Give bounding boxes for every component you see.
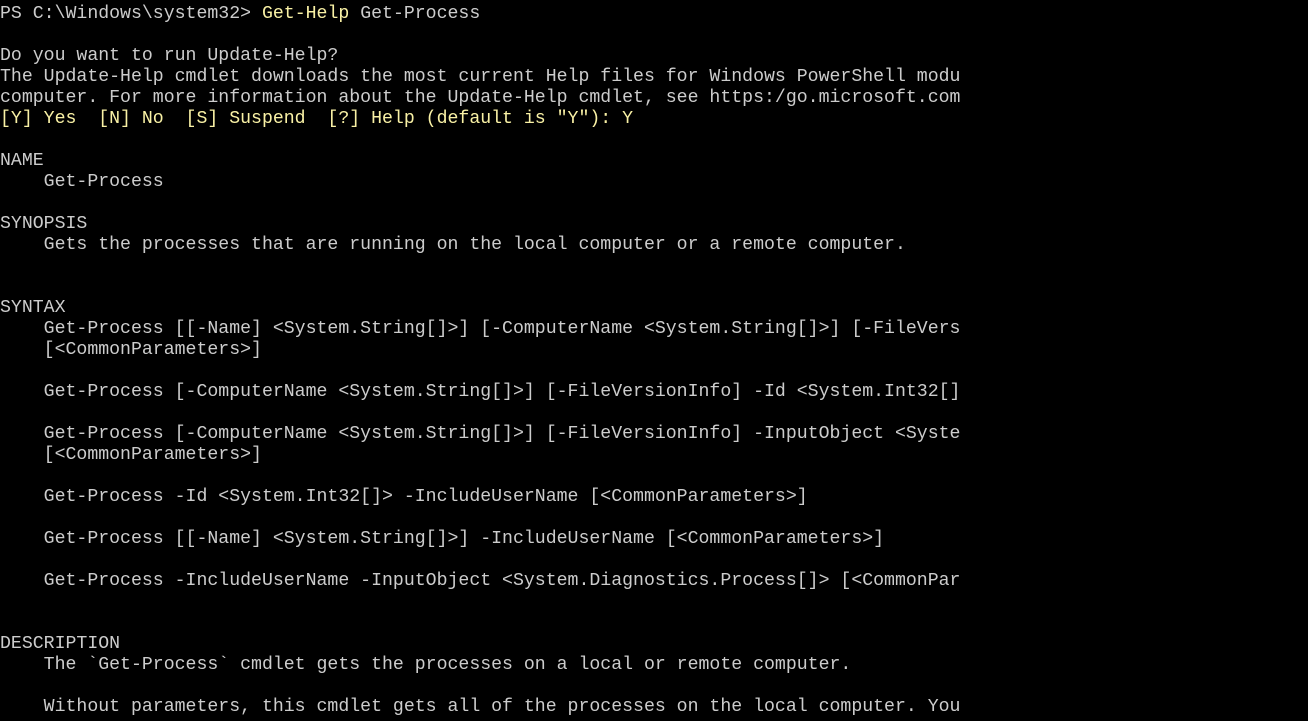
update-help-question: Do you want to run Update-Help? — [0, 46, 339, 66]
description-line: The `Get-Process` cmdlet gets the proces… — [0, 655, 852, 675]
synopsis-value: Gets the processes that are running on t… — [0, 235, 906, 255]
update-help-line-2: computer. For more information about the… — [0, 88, 961, 108]
powershell-console[interactable]: PS C:\Windows\system32> Get-Help Get-Pro… — [0, 0, 1308, 721]
name-value: Get-Process — [0, 172, 164, 192]
syntax-line: Get-Process [[-Name] <System.String[]>] … — [0, 319, 961, 339]
description-line: Without parameters, this cmdlet gets all… — [0, 697, 961, 717]
syntax-line: [<CommonParameters>] — [0, 445, 262, 465]
prompt-command: Get-Help — [261, 4, 350, 24]
synopsis-header: SYNOPSIS — [0, 214, 88, 234]
syntax-line: Get-Process [-ComputerName <System.Strin… — [0, 424, 961, 444]
prompt-path: PS C:\Windows\system32> — [0, 4, 262, 24]
syntax-line: Get-Process -IncludeUserName -InputObjec… — [0, 571, 961, 591]
syntax-line: Get-Process [[-Name] <System.String[]>] … — [0, 529, 885, 549]
syntax-line: [<CommonParameters>] — [0, 340, 262, 360]
syntax-line: Get-Process -Id <System.Int32[]> -Includ… — [0, 487, 808, 507]
prompt-line: PS C:\Windows\system32> Get-Help Get-Pro… — [0, 4, 480, 24]
update-help-choices: [Y] Yes [N] No [S] Suspend [?] Help (def… — [0, 109, 634, 129]
syntax-header: SYNTAX — [0, 298, 66, 318]
prompt-argument: Get-Process — [349, 4, 481, 24]
syntax-line: Get-Process [-ComputerName <System.Strin… — [0, 382, 961, 402]
description-header: DESCRIPTION — [0, 634, 121, 654]
update-help-line-1: The Update-Help cmdlet downloads the mos… — [0, 67, 961, 87]
name-header: NAME — [0, 151, 44, 171]
